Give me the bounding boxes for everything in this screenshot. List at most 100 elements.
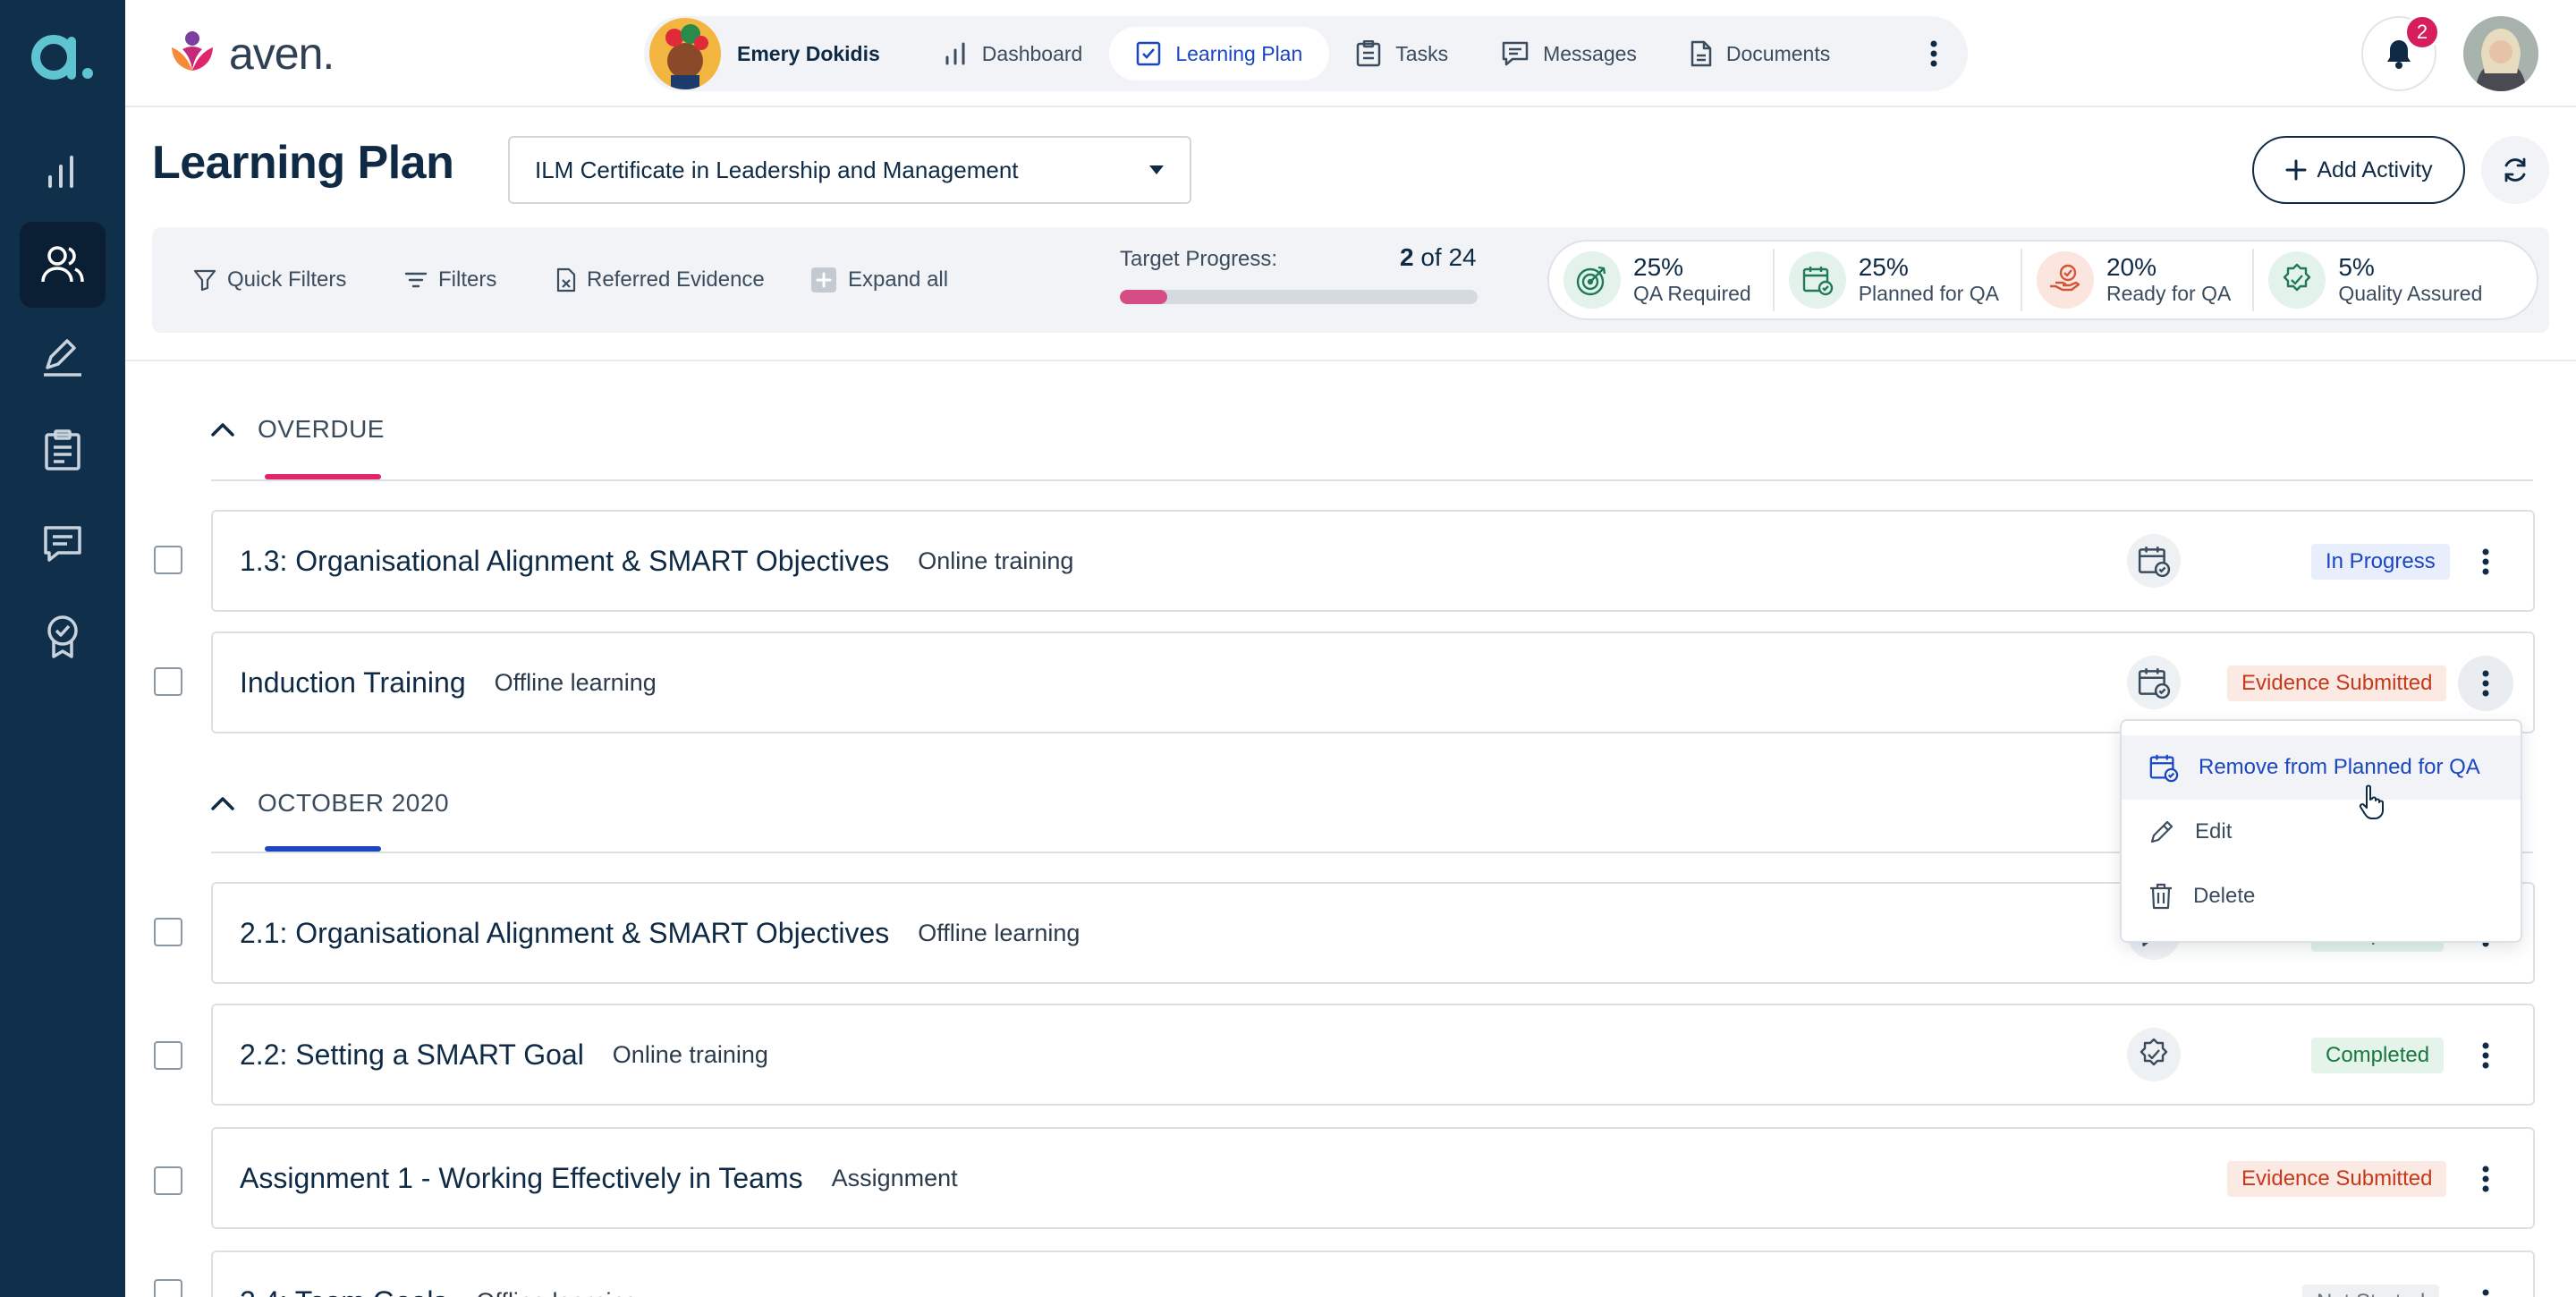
stat-quality-assured[interactable]: 5% Quality Assured xyxy=(2254,249,2504,311)
activity-row[interactable]: Induction Training Offline learning Evid… xyxy=(211,632,2535,733)
brand-logo[interactable]: aven. xyxy=(166,25,335,82)
menu-edit[interactable]: Edit xyxy=(2122,800,2521,864)
nav-more-icon[interactable] xyxy=(1930,40,1937,67)
calendar-check-icon xyxy=(2149,754,2179,783)
caret-down-icon xyxy=(1148,165,1165,175)
message-icon xyxy=(1502,41,1529,66)
nav-messages-label: Messages xyxy=(1543,41,1637,65)
filter-lines-icon xyxy=(404,272,428,288)
notifications-button[interactable]: 2 xyxy=(2361,14,2440,91)
rail-quality-icon[interactable] xyxy=(20,594,106,680)
brand-name: aven. xyxy=(229,29,335,79)
activity-row[interactable]: 2.2: Setting a SMART Goal Online trainin… xyxy=(211,1004,2535,1106)
calendar-check-icon[interactable] xyxy=(2127,534,2181,588)
add-activity-label: Add Activity xyxy=(2317,157,2433,182)
target-progress-count: 2 of 24 xyxy=(1400,243,1477,272)
row-more-icon[interactable] xyxy=(2458,1275,2513,1297)
plus-icon xyxy=(2285,159,2307,181)
activity-row-text: 1.3: Organisational Alignment & SMART Ob… xyxy=(240,512,1073,610)
expand-all-button[interactable]: Expand all xyxy=(810,227,948,333)
nav-documents[interactable]: Documents xyxy=(1664,27,1857,81)
row-checkbox[interactable] xyxy=(154,918,182,946)
activity-title: 2.2: Setting a SMART Goal xyxy=(240,1038,584,1071)
nav-tasks-label: Tasks xyxy=(1395,41,1449,65)
referred-evidence-button[interactable]: Referred Evidence xyxy=(556,227,765,333)
row-more-icon[interactable] xyxy=(2458,1028,2513,1083)
calendar-check-icon[interactable] xyxy=(2127,656,2181,709)
hand-cursor-icon xyxy=(2358,784,2386,819)
checkbox-icon xyxy=(1137,41,1161,66)
app-logo-icon[interactable] xyxy=(27,21,98,93)
menu-edit-label: Edit xyxy=(2195,819,2233,843)
target-icon xyxy=(1563,251,1621,309)
stat-planned-label: Planned for QA xyxy=(1858,281,1999,305)
notification-count-badge: 2 xyxy=(2404,14,2440,50)
filters-label: Filters xyxy=(438,267,497,292)
left-rail xyxy=(0,0,125,1297)
rail-learners-icon[interactable] xyxy=(20,222,106,308)
row-more-icon[interactable] xyxy=(2458,1151,2513,1207)
referred-evidence-label: Referred Evidence xyxy=(587,267,765,292)
learner-name: Emery Dokidis xyxy=(737,41,880,65)
menu-remove-from-planned-qa[interactable]: Remove from Planned for QA xyxy=(2122,735,2521,800)
row-checkbox[interactable] xyxy=(154,1279,182,1297)
refresh-button[interactable] xyxy=(2481,136,2549,204)
row-checkbox[interactable] xyxy=(154,546,182,574)
learner-profile[interactable]: Emery Dokidis xyxy=(649,18,880,89)
hand-badge-icon xyxy=(2036,251,2094,309)
qualification-select-value: ILM Certificate in Leadership and Manage… xyxy=(535,156,1019,183)
add-activity-button[interactable]: Add Activity xyxy=(2252,136,2465,204)
activity-title: 1.3: Organisational Alignment & SMART Ob… xyxy=(240,544,890,577)
row-more-icon[interactable] xyxy=(2458,534,2513,589)
stat-ready-for-qa[interactable]: 20% Ready for QA xyxy=(2022,249,2255,311)
activity-row-text: Induction Training Offline learning xyxy=(240,633,657,732)
activity-row-text: Assignment 1 - Working Effectively in Te… xyxy=(240,1129,958,1227)
filters-button[interactable]: Filters xyxy=(404,227,496,333)
nav-messages[interactable]: Messages xyxy=(1475,27,1664,81)
activity-row[interactable]: 1.3: Organisational Alignment & SMART Ob… xyxy=(211,510,2535,612)
nav-dashboard[interactable]: Dashboard xyxy=(916,27,1110,81)
nav-tasks[interactable]: Tasks xyxy=(1329,27,1475,81)
row-checkbox[interactable] xyxy=(154,667,182,696)
plus-square-icon xyxy=(811,267,836,292)
stat-qa-required[interactable]: 25% QA Required xyxy=(1549,249,1775,311)
activity-row[interactable]: Assignment 1 - Working Effectively in Te… xyxy=(211,1127,2535,1229)
qualification-select[interactable]: ILM Certificate in Leadership and Manage… xyxy=(508,136,1191,204)
row-checkbox[interactable] xyxy=(154,1166,182,1195)
document-icon xyxy=(1690,40,1712,67)
activity-row-text: 2.1: Organisational Alignment & SMART Ob… xyxy=(240,884,1080,982)
nav-dashboard-label: Dashboard xyxy=(981,41,1083,65)
document-x-icon xyxy=(556,267,576,292)
bar-chart-icon xyxy=(945,42,965,65)
target-progress-bar xyxy=(1120,290,1478,304)
stat-ready-label: Ready for QA xyxy=(2106,281,2232,305)
row-more-icon[interactable] xyxy=(2458,656,2513,711)
nav-learning-plan[interactable]: Learning Plan xyxy=(1109,27,1330,81)
rail-tasks-icon[interactable] xyxy=(20,408,106,494)
user-avatar[interactable] xyxy=(2463,16,2538,91)
status-badge: Evidence Submitted xyxy=(2227,1161,2447,1197)
activity-type: Online training xyxy=(918,547,1074,574)
quick-filters-button[interactable]: Quick Filters xyxy=(193,227,346,333)
stat-qa-required-text: 25% QA Required xyxy=(1633,253,1751,306)
nav-documents-label: Documents xyxy=(1725,41,1831,65)
rail-dashboard-icon[interactable] xyxy=(20,129,106,215)
rail-messages-icon[interactable] xyxy=(20,501,106,587)
chevron-up-icon xyxy=(211,423,234,437)
section-october-header[interactable]: OCTOBER 2020 xyxy=(211,776,449,830)
activity-type: Online training xyxy=(612,1040,768,1068)
badge-check-icon[interactable] xyxy=(2127,1028,2181,1081)
section-overdue-header[interactable]: OVERDUE xyxy=(211,403,385,456)
trash-icon xyxy=(2150,883,2172,910)
filter-bar: Quick Filters Filters Referred Evidence … xyxy=(152,227,2549,333)
stat-planned-for-qa[interactable]: 25% Planned for QA xyxy=(1775,249,2022,311)
rail-evidence-icon[interactable] xyxy=(20,315,106,401)
funnel-icon xyxy=(193,269,216,292)
menu-delete[interactable]: Delete xyxy=(2122,864,2521,928)
stat-qa-required-label: QA Required xyxy=(1633,281,1751,305)
row-checkbox[interactable] xyxy=(154,1041,182,1070)
status-badge: Completed xyxy=(2311,1038,2445,1073)
refresh-icon xyxy=(2504,157,2526,182)
activity-row-text: 2.2: Setting a SMART Goal Online trainin… xyxy=(240,1005,768,1104)
activity-row[interactable]: 2.4: Team Goals Offline learning Not Sta… xyxy=(211,1250,2535,1297)
